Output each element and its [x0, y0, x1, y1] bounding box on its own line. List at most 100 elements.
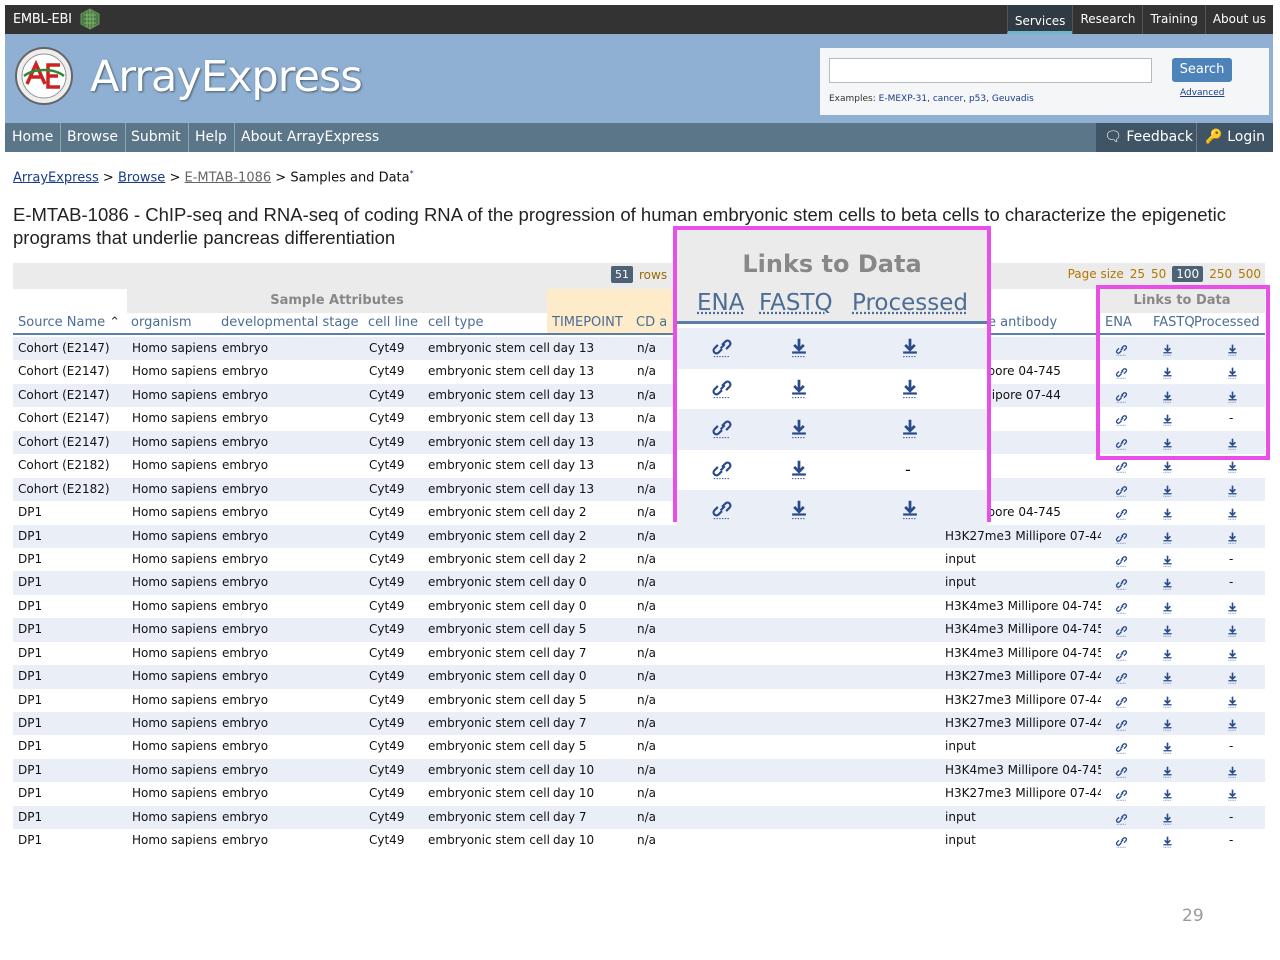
link-icon[interactable] [1115, 671, 1128, 684]
link-icon[interactable] [711, 377, 733, 399]
download-icon[interactable] [1161, 695, 1174, 708]
topnav-research[interactable]: Research [1072, 5, 1142, 34]
page-size-option[interactable]: 500 [1238, 267, 1261, 281]
link-icon[interactable] [1115, 741, 1128, 754]
col-cell-line[interactable]: cell line [368, 315, 418, 330]
callout-processed-download[interactable] [899, 336, 921, 362]
callout-fastq-download[interactable] [788, 377, 810, 403]
download-icon[interactable] [1226, 671, 1239, 684]
download-icon[interactable] [1226, 484, 1239, 497]
callout-processed-download[interactable] [899, 377, 921, 403]
download-icon[interactable] [1226, 601, 1239, 614]
download-icon[interactable] [1226, 695, 1239, 708]
callout-ena-link[interactable] [711, 336, 733, 362]
link-icon[interactable] [1115, 788, 1128, 801]
link-icon[interactable] [1115, 601, 1128, 614]
nav-submit[interactable]: Submit [124, 123, 189, 152]
ena-link[interactable] [1115, 833, 1128, 852]
arrayexpress-logo-icon[interactable] [14, 46, 74, 106]
download-icon[interactable] [1161, 554, 1174, 567]
nav-help[interactable]: Help [188, 123, 235, 152]
link-icon[interactable] [1115, 624, 1128, 637]
download-icon[interactable] [1161, 788, 1174, 801]
page-size-option[interactable]: 50 [1151, 267, 1166, 281]
download-icon[interactable] [1161, 835, 1174, 848]
example-link[interactable]: Geuvadis [992, 94, 1034, 104]
download-icon[interactable] [788, 417, 810, 439]
download-icon[interactable] [1161, 531, 1174, 544]
page-size-option[interactable]: 250 [1209, 267, 1232, 281]
download-icon[interactable] [788, 498, 810, 520]
breadcrumb-browse[interactable]: Browse [118, 170, 165, 185]
download-icon[interactable] [1226, 624, 1239, 637]
download-icon[interactable] [1161, 718, 1174, 731]
download-icon[interactable] [1161, 648, 1174, 661]
link-icon[interactable] [711, 336, 733, 358]
nav-about[interactable]: About ArrayExpress [234, 123, 386, 152]
download-icon[interactable] [1161, 741, 1174, 754]
download-icon[interactable] [1226, 460, 1239, 473]
link-icon[interactable] [711, 417, 733, 439]
callout-ena-link[interactable] [711, 417, 733, 443]
link-icon[interactable] [1115, 484, 1128, 497]
example-link[interactable]: cancer [933, 94, 963, 104]
download-icon[interactable] [1226, 507, 1239, 520]
link-icon[interactable] [1115, 695, 1128, 708]
download-icon[interactable] [899, 417, 921, 439]
col-antibody[interactable]: e antibody [988, 315, 1057, 330]
example-link[interactable]: p53 [969, 94, 986, 104]
link-icon[interactable] [1115, 577, 1128, 590]
link-icon[interactable] [1115, 835, 1128, 848]
download-icon[interactable] [1161, 671, 1174, 684]
topnav-about-us[interactable]: About us [1204, 5, 1273, 34]
nav-home[interactable]: Home [5, 123, 62, 152]
download-icon[interactable] [788, 377, 810, 399]
search-button[interactable]: Search [1172, 58, 1232, 82]
download-icon[interactable] [899, 377, 921, 399]
nav-browse[interactable]: Browse [60, 123, 126, 152]
download-icon[interactable] [1161, 624, 1174, 637]
col-cell-type[interactable]: cell type [428, 315, 484, 330]
col-cd[interactable]: CD a [636, 315, 667, 330]
login-button[interactable]: 🔑 Login [1196, 123, 1273, 152]
download-icon[interactable] [1226, 648, 1239, 661]
download-icon[interactable] [788, 458, 810, 480]
callout-fastq-download[interactable] [788, 498, 810, 524]
col-organism[interactable]: organism [131, 315, 192, 330]
callout-ena-link[interactable] [711, 498, 733, 524]
download-icon[interactable] [1226, 765, 1239, 778]
topnav-training[interactable]: Training [1142, 5, 1204, 34]
site-title[interactable]: ArrayExpress [90, 52, 363, 102]
col-timepoint[interactable]: TIMEPOINT [552, 315, 623, 330]
page-size-option[interactable]: 25 [1130, 267, 1145, 281]
breadcrumb-accession[interactable]: E-MTAB-1086 [185, 170, 272, 185]
download-icon[interactable] [1226, 531, 1239, 544]
feedback-button[interactable]: 🗨 Feedback [1096, 123, 1201, 152]
download-icon[interactable] [1161, 507, 1174, 520]
callout-processed-download[interactable] [899, 498, 921, 524]
download-icon[interactable] [1226, 788, 1239, 801]
callout-fastq-download[interactable] [788, 458, 810, 484]
link-icon[interactable] [711, 458, 733, 480]
page-size-option-active[interactable]: 100 [1172, 266, 1204, 282]
advanced-search-link[interactable]: Advanced [1180, 88, 1224, 98]
link-icon[interactable] [1115, 554, 1128, 567]
download-icon[interactable] [1161, 765, 1174, 778]
topnav-services[interactable]: Services [1006, 5, 1073, 34]
ebi-logo[interactable]: EMBL-EBI [13, 12, 72, 27]
link-icon[interactable] [1115, 718, 1128, 731]
link-icon[interactable] [711, 498, 733, 520]
search-input[interactable] [829, 58, 1152, 83]
example-link[interactable]: E-MEXP-31 [879, 94, 927, 104]
download-icon[interactable] [788, 336, 810, 358]
link-icon[interactable] [1115, 507, 1128, 520]
link-icon[interactable] [1115, 812, 1128, 825]
download-icon[interactable] [1226, 718, 1239, 731]
callout-processed-download[interactable] [899, 417, 921, 443]
fastq-download[interactable] [1161, 833, 1174, 852]
link-icon[interactable] [1115, 460, 1128, 473]
callout-fastq-download[interactable] [788, 336, 810, 362]
download-icon[interactable] [1161, 601, 1174, 614]
col-developmental-stage[interactable]: developmental stage [221, 315, 359, 330]
breadcrumb-arrayexpress[interactable]: ArrayExpress [13, 170, 99, 185]
